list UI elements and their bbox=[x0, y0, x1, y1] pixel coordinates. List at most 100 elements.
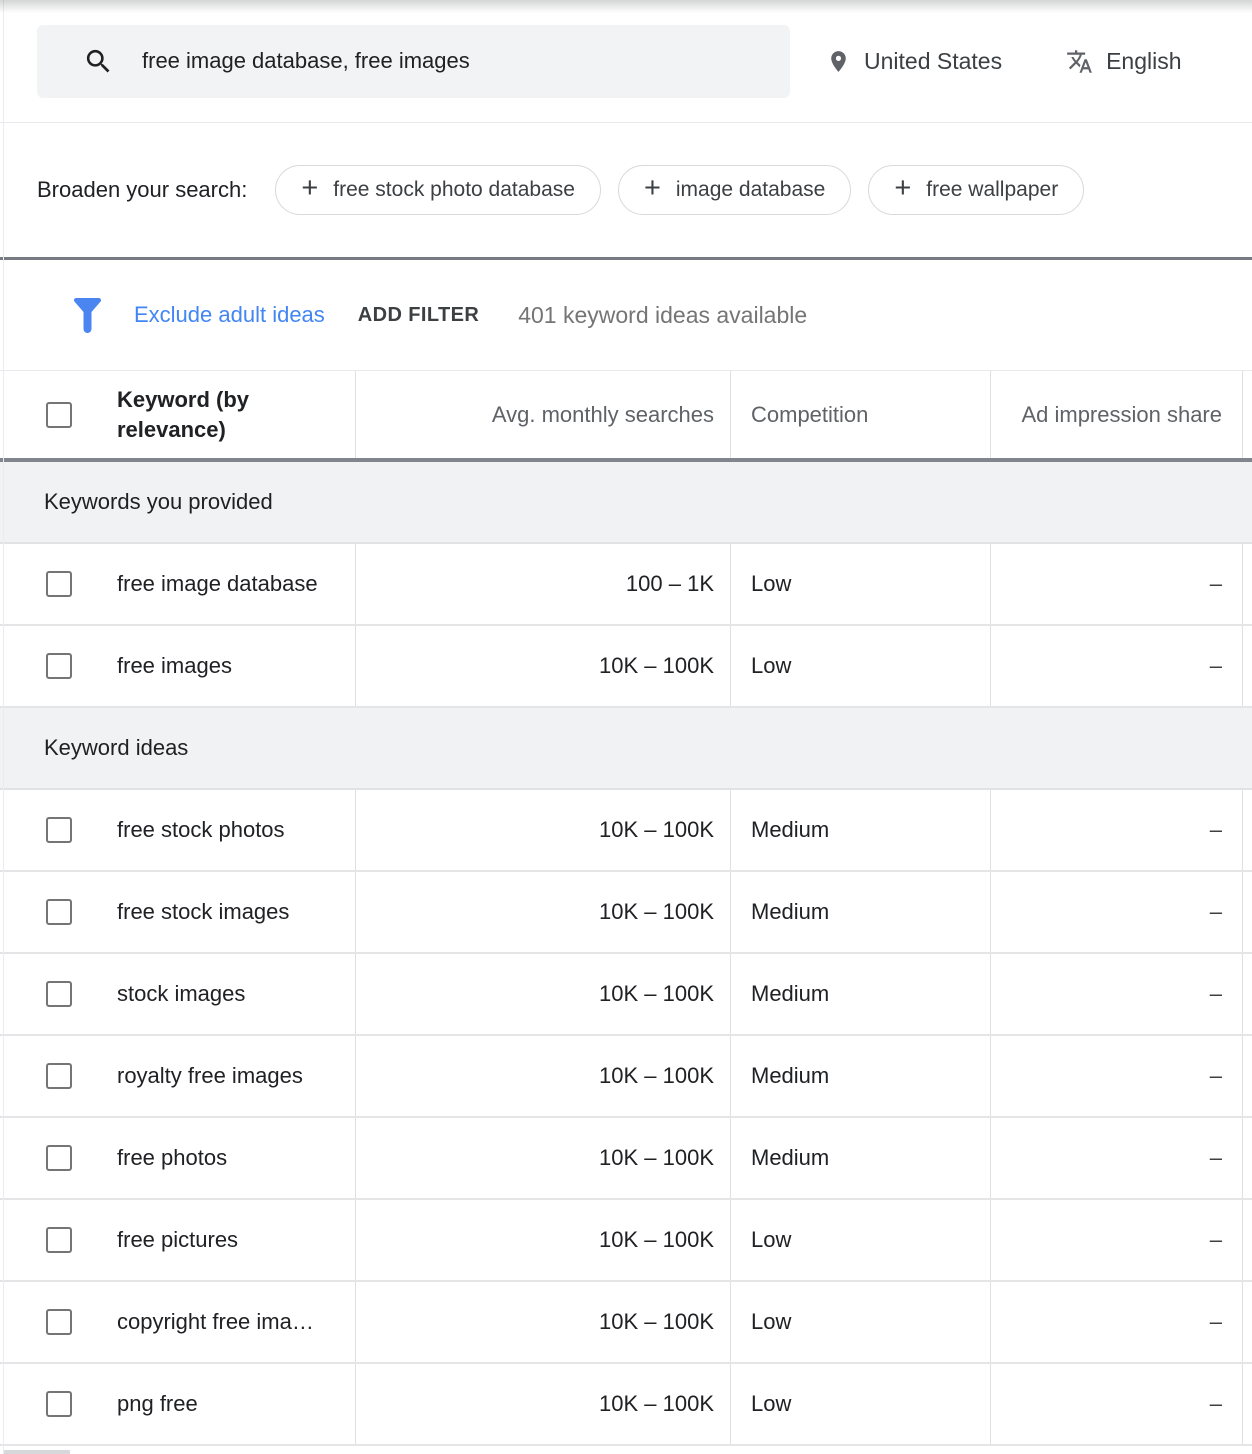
header-ad-impression-column[interactable]: Ad impression share bbox=[991, 371, 1243, 458]
ad-impression-share-value: – bbox=[1210, 981, 1222, 1007]
competition-value: Medium bbox=[751, 981, 829, 1007]
table-body: Keywords you provided free image databas… bbox=[0, 462, 1252, 1446]
keyword-row: free photos 10K – 100K Medium – bbox=[0, 1118, 1252, 1200]
row-checkbox[interactable] bbox=[46, 1227, 72, 1253]
ad-impression-share-value: – bbox=[1210, 1145, 1222, 1171]
plus-icon: + bbox=[301, 174, 318, 203]
keyword-row: stock images 10K – 100K Medium – bbox=[0, 954, 1252, 1036]
competition-cell: Medium bbox=[731, 790, 991, 870]
header-competition-column[interactable]: Competition bbox=[731, 371, 991, 458]
ad-impression-share-cell: – bbox=[991, 1282, 1243, 1362]
avg-monthly-searches-value: 10K – 100K bbox=[599, 817, 714, 843]
ad-impression-column-label: Ad impression share bbox=[1021, 402, 1222, 428]
competition-value: Medium bbox=[751, 1145, 829, 1171]
broaden-chip-1[interactable]: + free stock photo database bbox=[275, 165, 601, 215]
avg-monthly-searches-cell: 10K – 100K bbox=[356, 1200, 731, 1280]
competition-cell: Low bbox=[731, 1282, 991, 1362]
ad-impression-share-value: – bbox=[1210, 1391, 1222, 1417]
funnel-icon bbox=[74, 298, 101, 333]
add-filter-button[interactable]: ADD FILTER bbox=[358, 304, 479, 327]
header-avg-searches-column[interactable]: Avg. monthly searches bbox=[356, 371, 731, 458]
competition-value: Low bbox=[751, 653, 791, 679]
ad-impression-share-value: – bbox=[1210, 653, 1222, 679]
ad-impression-share-cell: – bbox=[991, 872, 1243, 952]
keyword-text: free stock images bbox=[117, 899, 289, 925]
ad-impression-share-value: – bbox=[1210, 899, 1222, 925]
row-checkbox[interactable] bbox=[46, 899, 72, 925]
broaden-chip-2[interactable]: + image database bbox=[618, 165, 851, 215]
language-label: English bbox=[1106, 48, 1181, 75]
row-checkbox[interactable] bbox=[46, 1309, 72, 1335]
header-keyword-column[interactable]: Keyword (by relevance) bbox=[0, 371, 356, 458]
ad-impression-share-value: – bbox=[1210, 817, 1222, 843]
search-bar-row: free image database, free images United … bbox=[0, 0, 1252, 122]
avg-monthly-searches-value: 10K – 100K bbox=[599, 1063, 714, 1089]
keyword-cell: free pictures bbox=[0, 1200, 356, 1280]
competition-cell: Medium bbox=[731, 1118, 991, 1198]
plus-icon: + bbox=[894, 174, 911, 203]
keyword-text: free photos bbox=[117, 1145, 227, 1171]
keyword-cell: png free bbox=[0, 1364, 356, 1444]
exclude-adult-ideas-link[interactable]: Exclude adult ideas bbox=[134, 302, 325, 328]
ad-impression-share-cell: – bbox=[991, 790, 1243, 870]
competition-value: Low bbox=[751, 1309, 791, 1335]
keyword-cell: stock images bbox=[0, 954, 356, 1034]
avg-monthly-searches-value: 10K – 100K bbox=[599, 1227, 714, 1253]
competition-value: Low bbox=[751, 571, 791, 597]
broaden-search-row: Broaden your search: + free stock photo … bbox=[0, 123, 1252, 257]
partial-next-row bbox=[0, 1446, 1252, 1454]
chip-label: free stock photo database bbox=[333, 178, 575, 202]
table-section-header: Keywords you provided bbox=[0, 462, 1252, 544]
ad-impression-share-cell: – bbox=[991, 544, 1243, 624]
ad-impression-share-cell: – bbox=[991, 626, 1243, 706]
row-checkbox[interactable] bbox=[46, 653, 72, 679]
select-all-checkbox[interactable] bbox=[46, 402, 72, 428]
keyword-cell: free image database bbox=[0, 544, 356, 624]
ad-impression-share-cell: – bbox=[991, 1118, 1243, 1198]
avg-monthly-searches-cell: 10K – 100K bbox=[356, 1118, 731, 1198]
keyword-row: free stock images 10K – 100K Medium – bbox=[0, 872, 1252, 954]
avg-monthly-searches-cell: 10K – 100K bbox=[356, 954, 731, 1034]
chip-label: image database bbox=[676, 178, 825, 202]
avg-monthly-searches-value: 100 – 1K bbox=[626, 571, 714, 597]
row-checkbox[interactable] bbox=[46, 1063, 72, 1089]
keyword-cell: free photos bbox=[0, 1118, 356, 1198]
row-checkbox[interactable] bbox=[46, 1391, 72, 1417]
ad-impression-share-value: – bbox=[1210, 1227, 1222, 1253]
competition-value: Medium bbox=[751, 899, 829, 925]
row-checkbox[interactable] bbox=[46, 817, 72, 843]
location-selector[interactable]: United States bbox=[826, 48, 1002, 75]
row-checkbox[interactable] bbox=[46, 981, 72, 1007]
ad-impression-share-cell: – bbox=[991, 954, 1243, 1034]
keyword-row: free image database 100 – 1K Low – bbox=[0, 544, 1252, 626]
competition-cell: Low bbox=[731, 1364, 991, 1444]
row-checkbox[interactable] bbox=[46, 571, 72, 597]
competition-cell: Low bbox=[731, 626, 991, 706]
keyword-text: stock images bbox=[117, 981, 245, 1007]
row-checkbox[interactable] bbox=[46, 1145, 72, 1171]
broaden-chip-3[interactable]: + free wallpaper bbox=[868, 165, 1084, 215]
keyword-cell: free images bbox=[0, 626, 356, 706]
keyword-row: copyright free ima… 10K – 100K Low – bbox=[0, 1282, 1252, 1364]
keyword-text: png free bbox=[117, 1391, 198, 1417]
keyword-cell: copyright free ima… bbox=[0, 1282, 356, 1362]
avg-monthly-searches-cell: 10K – 100K bbox=[356, 790, 731, 870]
location-label: United States bbox=[864, 48, 1002, 75]
competition-value: Medium bbox=[751, 817, 829, 843]
keyword-cell: free stock photos bbox=[0, 790, 356, 870]
avg-monthly-searches-cell: 10K – 100K bbox=[356, 1036, 731, 1116]
keyword-text: royalty free images bbox=[117, 1063, 303, 1089]
keyword-search-input[interactable]: free image database, free images bbox=[37, 25, 790, 98]
ad-impression-share-cell: – bbox=[991, 1200, 1243, 1280]
keyword-row: free pictures 10K – 100K Low – bbox=[0, 1200, 1252, 1282]
plus-icon: + bbox=[644, 174, 661, 203]
language-selector[interactable]: English bbox=[1066, 48, 1181, 75]
table-header: Keyword (by relevance) Avg. monthly sear… bbox=[0, 370, 1252, 458]
competition-cell: Low bbox=[731, 544, 991, 624]
ad-impression-share-cell: – bbox=[991, 1364, 1243, 1444]
keyword-planner-screen: free image database, free images United … bbox=[0, 0, 1252, 1454]
map-pin-icon bbox=[826, 49, 851, 74]
avg-monthly-searches-value: 10K – 100K bbox=[599, 899, 714, 925]
avg-monthly-searches-cell: 10K – 100K bbox=[356, 872, 731, 952]
avg-monthly-searches-cell: 10K – 100K bbox=[356, 626, 731, 706]
